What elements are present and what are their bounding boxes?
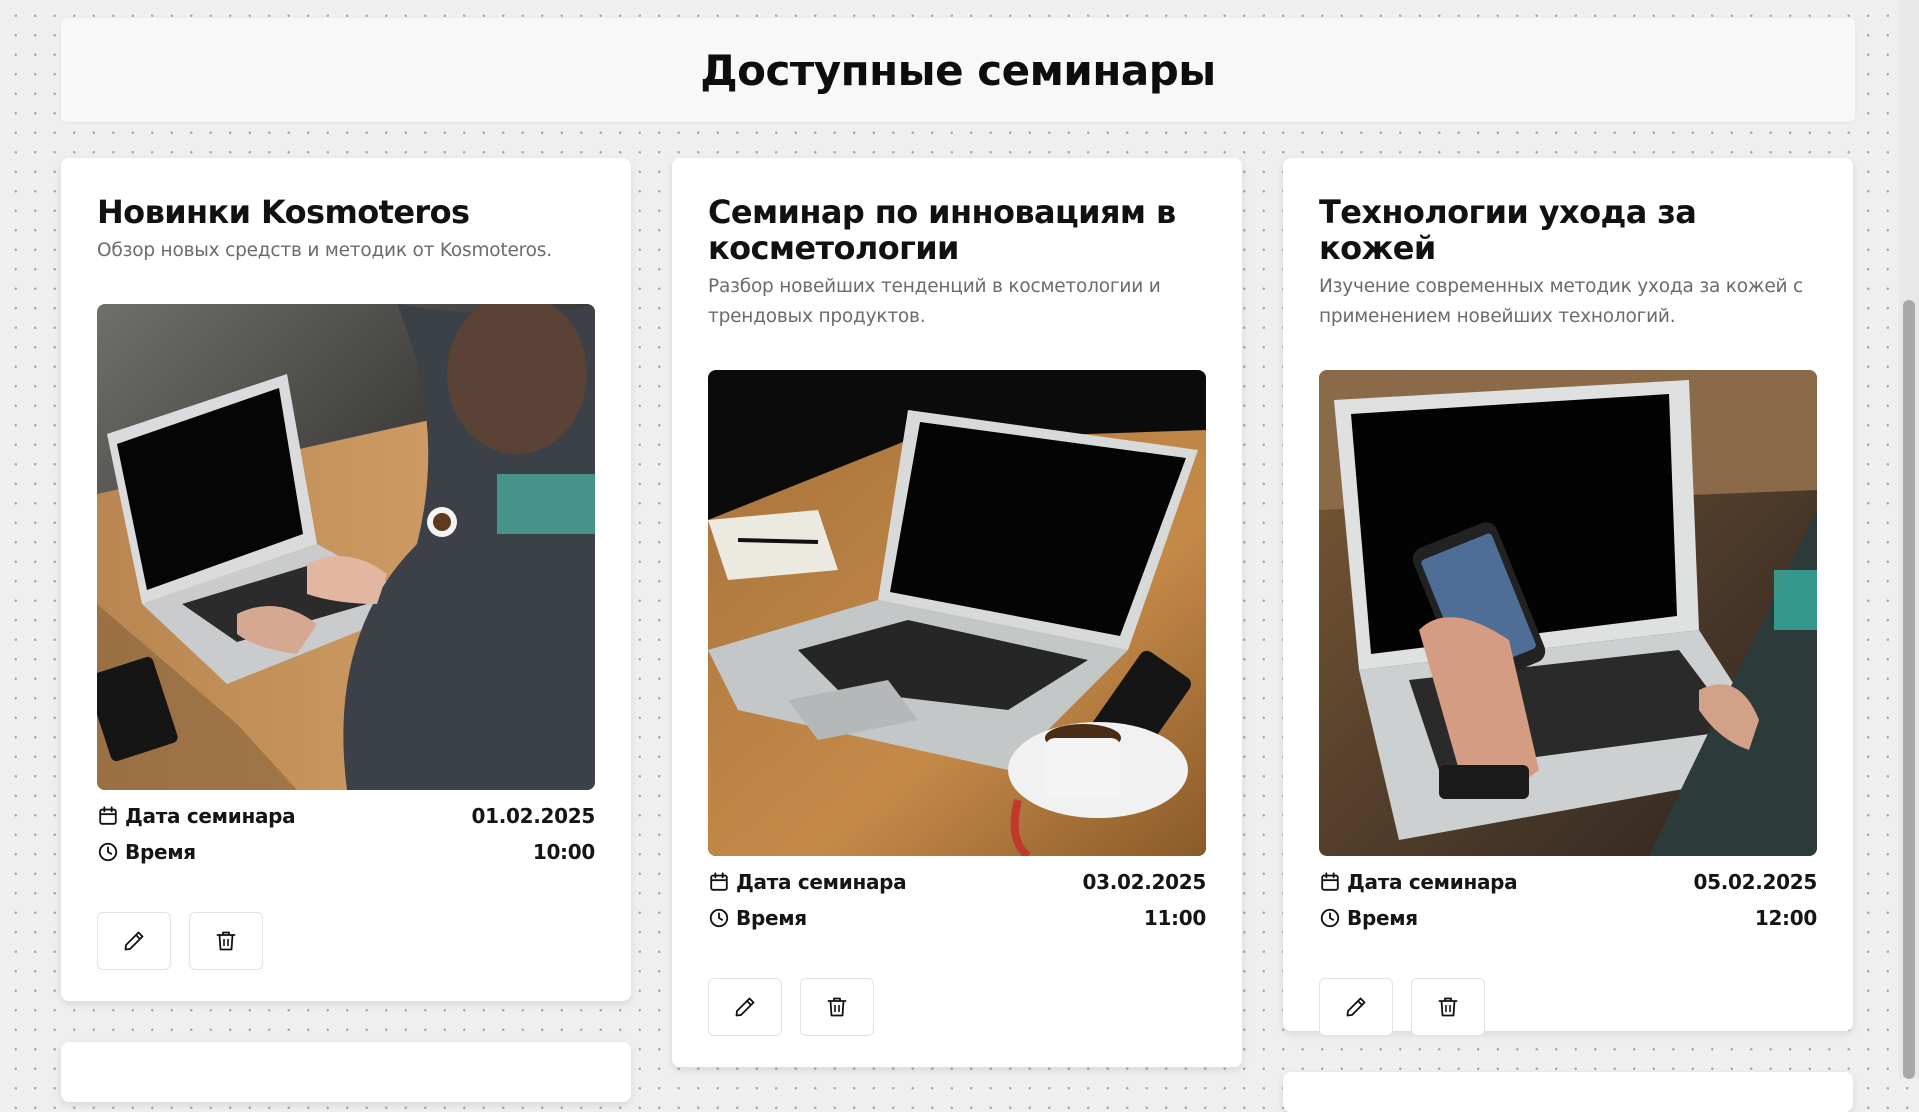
seminar-date-row: Дата семинара 03.02.2025 — [708, 864, 1206, 900]
calendar-icon — [708, 871, 730, 893]
calendar-icon — [97, 805, 119, 827]
seminar-card: Семинар по инновациям в косметологии Раз… — [672, 158, 1242, 1067]
seminar-date-value: 03.02.2025 — [1082, 870, 1206, 894]
seminar-time-value: 10:00 — [532, 840, 595, 864]
seminar-image — [708, 370, 1206, 856]
trash-icon — [1436, 995, 1460, 1019]
pencil-icon — [122, 929, 146, 953]
pencil-icon — [1344, 995, 1368, 1019]
clock-icon — [1319, 907, 1341, 929]
delete-button[interactable] — [189, 912, 263, 970]
edit-button[interactable] — [97, 912, 171, 970]
seminar-image — [1319, 370, 1817, 856]
seminar-time-row: Время 10:00 — [97, 834, 595, 870]
page: Доступные семинары Новинки Kosmoteros Об… — [61, 0, 1855, 1112]
seminar-date-row: Дата семинара 01.02.2025 — [97, 798, 595, 834]
calendar-icon — [1319, 871, 1341, 893]
seminar-title: Новинки Kosmoteros — [97, 193, 470, 231]
seminar-title: Семинар по инновациям в косметологии — [708, 193, 1176, 267]
trash-icon — [214, 929, 238, 953]
delete-button[interactable] — [1411, 978, 1485, 1036]
clock-icon — [708, 907, 730, 929]
edit-button[interactable] — [1319, 978, 1393, 1036]
seminar-actions — [1319, 978, 1817, 1036]
scrollbar[interactable] — [1899, 0, 1919, 1079]
seminar-date-row: Дата семинара 05.02.2025 — [1319, 864, 1817, 900]
page-title: Доступные семинары — [700, 45, 1216, 95]
page-header: Доступные семинары — [61, 18, 1855, 122]
seminar-time-value: 12:00 — [1754, 906, 1817, 930]
seminar-date-label: Дата семинара — [125, 804, 296, 828]
seminar-date-label: Дата семинара — [1347, 870, 1518, 894]
seminar-actions — [708, 978, 1206, 1036]
seminar-time-row: Время 11:00 — [708, 900, 1206, 936]
seminar-actions — [97, 912, 595, 970]
seminar-description: Разбор новейших тенденций в косметологии… — [708, 276, 1161, 327]
seminar-time-row: Время 12:00 — [1319, 900, 1817, 936]
seminar-time-label: Время — [1347, 906, 1418, 930]
seminar-date-value: 01.02.2025 — [471, 804, 595, 828]
seminar-description: Изучение современных методик ухода за ко… — [1319, 276, 1803, 327]
seminar-time-label: Время — [125, 840, 196, 864]
seminar-date-value: 05.02.2025 — [1693, 870, 1817, 894]
seminar-time-value: 11:00 — [1143, 906, 1206, 930]
seminar-card-partial — [1283, 1072, 1853, 1112]
trash-icon — [825, 995, 849, 1019]
edit-button[interactable] — [708, 978, 782, 1036]
seminar-card: Технологии ухода за кожей Изучение совре… — [1283, 158, 1853, 1036]
seminar-image — [97, 304, 595, 790]
delete-button[interactable] — [800, 978, 874, 1036]
seminar-time-label: Время — [736, 906, 807, 930]
scrollbar-thumb[interactable] — [1903, 300, 1915, 1079]
seminar-description: Обзор новых средств и методик от Kosmote… — [97, 240, 552, 261]
pencil-icon — [733, 995, 757, 1019]
clock-icon — [97, 841, 119, 863]
seminar-card-partial — [61, 1042, 631, 1102]
seminar-title: Технологии ухода за кожей — [1319, 193, 1697, 267]
seminar-date-label: Дата семинара — [736, 870, 907, 894]
seminar-card: Новинки Kosmoteros Обзор новых средств и… — [61, 158, 631, 1001]
